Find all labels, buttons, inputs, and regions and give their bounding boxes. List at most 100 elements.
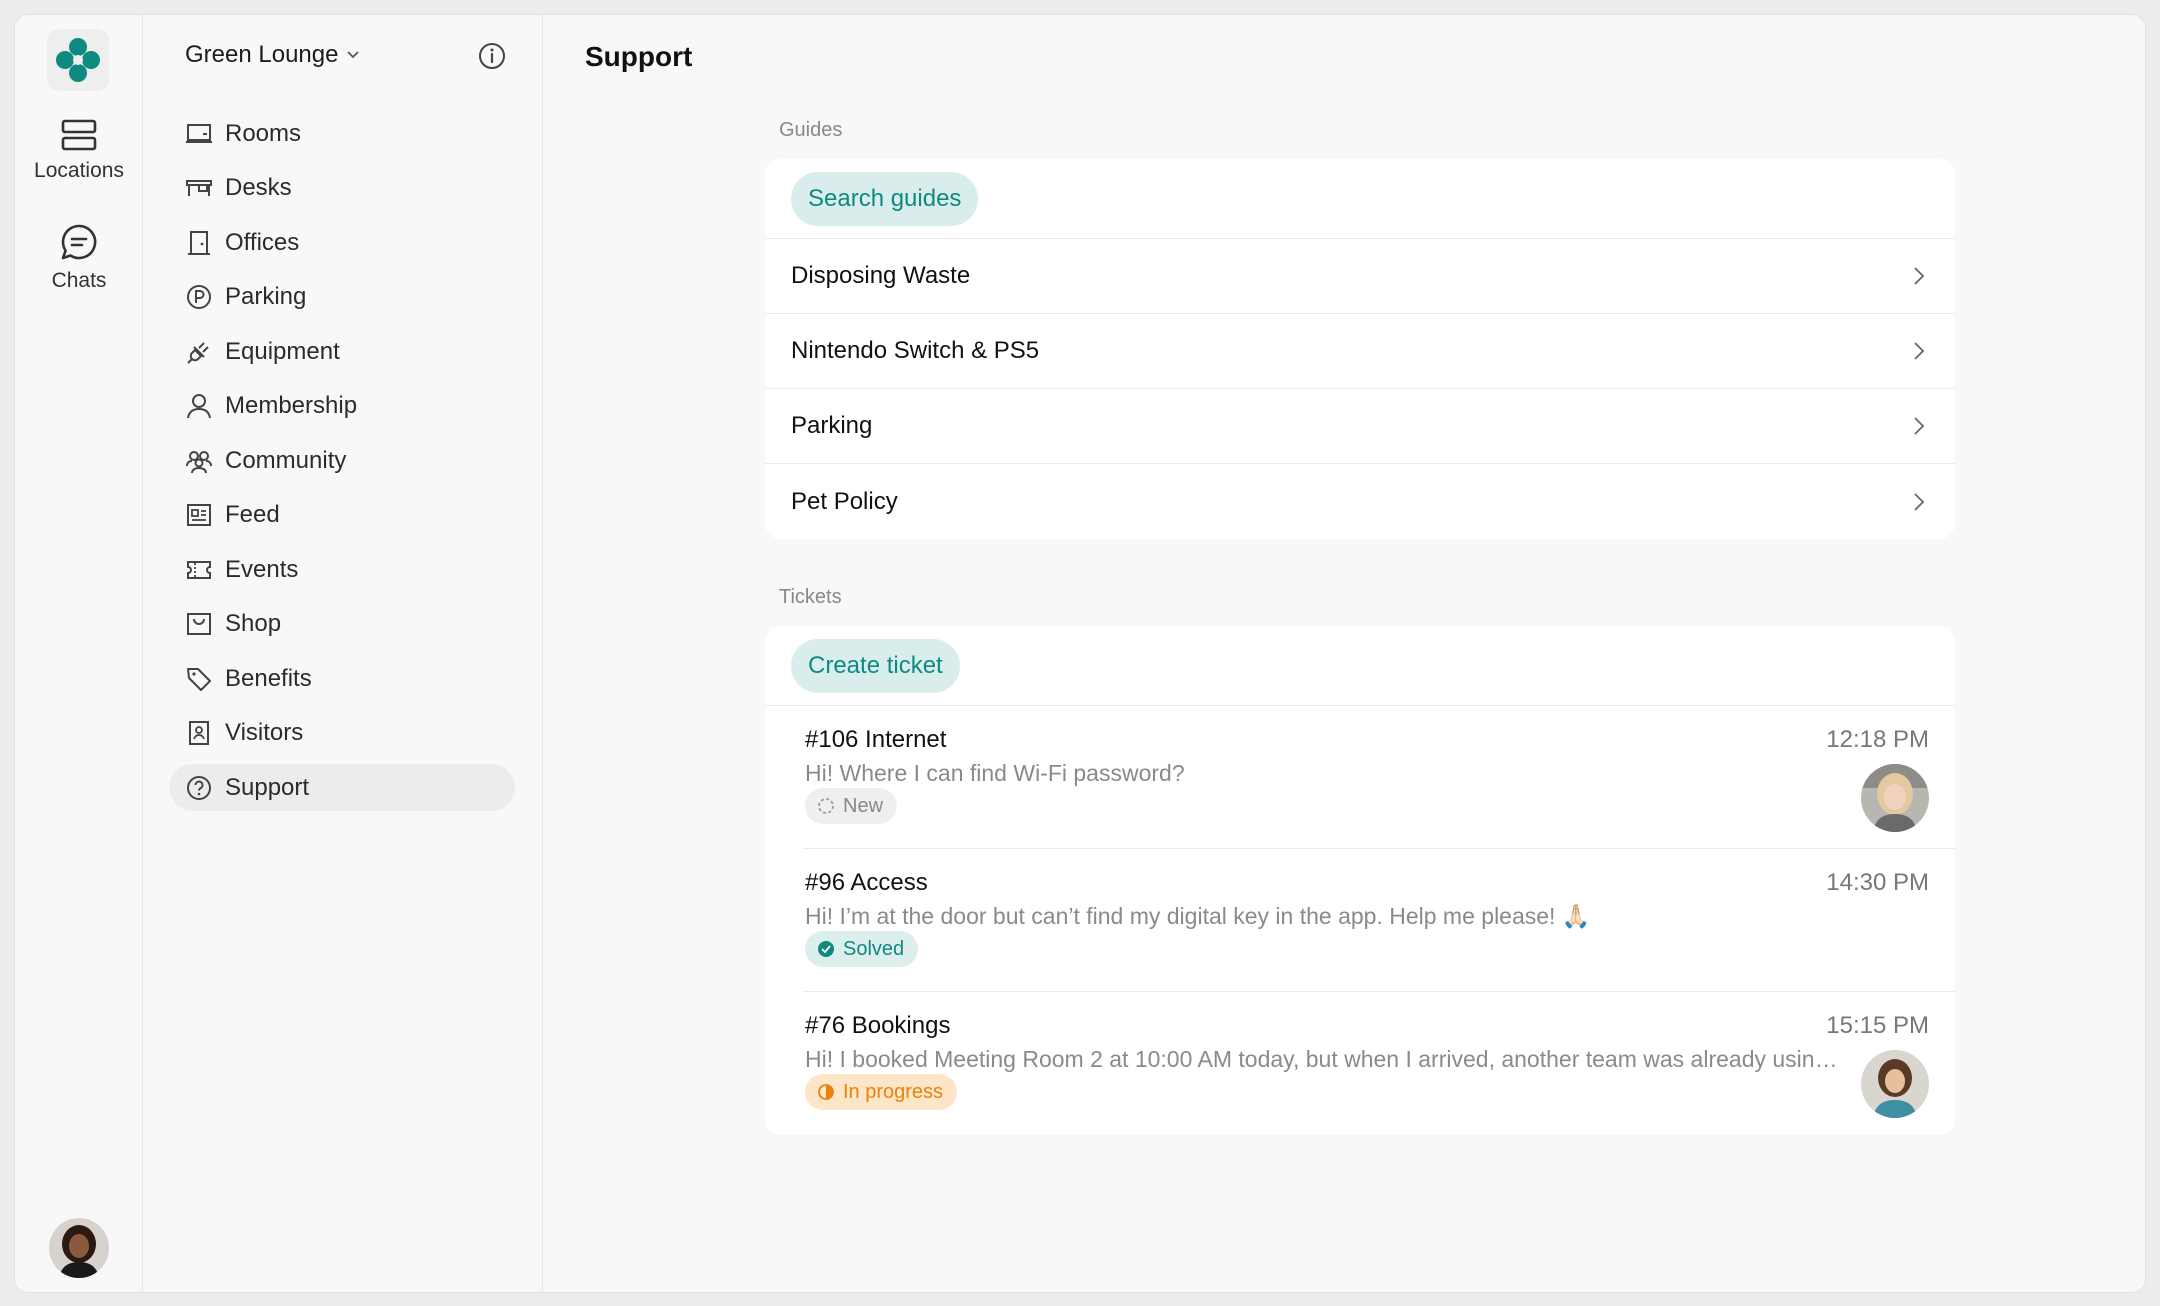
guide-item[interactable]: Nintendo Switch & PS5 [765,314,1955,389]
sidebar-item-offices[interactable]: Offices [169,219,515,266]
ticket-message: Hi! I booked Meeting Room 2 at 10:00 AM … [805,1046,1845,1072]
status-label: New [843,794,884,817]
sidebar-item-label: Parking [225,283,307,310]
help-icon [187,775,211,800]
sidebar-item-label: Benefits [225,664,312,692]
sidebar-item-label: Feed [225,501,280,528]
tickets-section-label: Tickets [779,586,842,608]
chevron-right-icon [1914,267,1925,285]
status-badge: Solved [805,931,919,967]
check-circle-icon [818,941,834,957]
ticket-title: #106 Internet [805,726,947,753]
ticket-row[interactable]: #76 Bookings 15:15 PM Hi! I booked Meeti… [803,992,1955,1135]
guide-title: Nintendo Switch & PS5 [791,337,1040,364]
guide-item[interactable]: Disposing Waste [765,239,1955,314]
sidebar-item-label: Shop [225,610,282,637]
ticket-icon [187,560,211,579]
sidebar-item-parking[interactable]: Parking [169,274,515,321]
sidebar-item-visitors[interactable]: Visitors [169,710,515,757]
status-new-icon [818,798,834,814]
locations-icon [61,119,97,151]
sidebar-item-label: Desks [225,174,292,201]
info-button[interactable] [478,42,506,75]
community-icon [186,450,212,473]
user-avatar[interactable] [49,1218,109,1278]
sidebar-item-label: Equipment [225,337,340,365]
plug-icon [187,341,209,364]
user-icon [187,394,211,419]
door-icon [188,230,210,255]
tickets-card: Create ticket #106 Internet 12:18 PM Hi!… [765,626,1955,1135]
create-ticket-button[interactable]: Create ticket [791,639,960,693]
status-label: In progress [843,1080,944,1103]
guides-card-header: Search guides [765,159,1955,239]
app-logo[interactable] [47,29,109,91]
tag-icon [187,667,211,691]
sidebar: Green Lounge Rooms Desks Offices Parking… [143,15,543,1292]
sidebar-item-shop[interactable]: Shop [169,601,515,648]
avatar [1861,764,1929,832]
status-badge: In progress [805,1074,958,1110]
guide-title: Disposing Waste [791,262,971,289]
guide-item[interactable]: Pet Policy [765,464,1955,539]
ticket-row[interactable]: #106 Internet 12:18 PM Hi! Where I can f… [803,706,1955,849]
main-content: Support Guides Search guides Disposing W… [543,15,2145,1292]
half-circle-icon [818,1084,834,1100]
tickets-card-header: Create ticket [765,626,1955,706]
sidebar-item-label: Events [225,555,299,583]
sidebar-item-benefits[interactable]: Benefits [169,655,515,702]
sidebar-item-support[interactable]: Support [169,764,515,811]
ticket-message: Hi! I’m at the door but can’t find my di… [805,903,1591,929]
ticket-time: 15:15 PM [1826,1012,1929,1039]
room-icon [186,123,212,143]
logo-icon [56,38,100,82]
avatar [1861,1050,1929,1118]
ticket-title: #76 Bookings [805,1012,951,1039]
chevron-right-icon [1914,342,1925,360]
sidebar-item-label: Visitors [225,719,304,746]
chat-icon [61,224,97,260]
sidebar-item-label: Offices [225,228,300,256]
page-title: Support [585,41,693,72]
sidebar-item-events[interactable]: Events [169,546,515,593]
sidebar-item-rooms[interactable]: Rooms [169,110,515,157]
badge-icon [189,721,209,745]
app-window: Locations Chats Green Lounge Rooms Desks… [14,14,2146,1293]
ticket-time: 12:18 PM [1826,726,1929,753]
guides-card: Search guides Disposing Waste Nintendo S… [765,159,1955,539]
rail-item-chats[interactable]: Chats [15,223,143,293]
parking-icon [187,285,211,309]
ticket-time: 14:30 PM [1826,869,1929,896]
workspace-name: Green Lounge [185,41,339,68]
desk-icon [186,180,212,196]
workspace-selector[interactable]: Green Lounge [185,41,360,69]
chevron-down-icon [347,51,360,59]
guide-item[interactable]: Parking [765,389,1955,464]
sidebar-item-community[interactable]: Community [169,437,515,484]
chevron-right-icon [1914,417,1925,435]
rail-item-label: Chats [51,269,107,292]
sidebar-item-equipment[interactable]: Equipment [169,328,515,375]
app-rail: Locations Chats [15,15,143,1292]
guides-section-label: Guides [779,119,843,141]
sidebar-item-feed[interactable]: Feed [169,492,515,539]
feed-icon [187,504,211,526]
shop-icon [187,613,211,635]
rail-item-locations[interactable]: Locations [15,119,143,183]
sidebar-item-label: Membership [225,392,358,419]
status-label: Solved [843,937,905,960]
sidebar-item-label: Rooms [225,119,302,147]
sidebar-item-membership[interactable]: Membership [169,383,515,430]
rail-item-label: Locations [34,159,124,182]
ticket-row[interactable]: #96 Access 14:30 PM Hi! I’m at the door … [803,849,1955,992]
chevron-right-icon [1914,492,1925,511]
sidebar-item-desks[interactable]: Desks [169,165,515,212]
ticket-message: Hi! Where I can find Wi-Fi password? [805,760,1185,786]
status-badge: New [805,788,898,824]
search-guides-button[interactable]: Search guides [791,172,979,226]
sidebar-item-label: Support [225,773,310,801]
guide-title: Pet Policy [791,487,898,515]
guide-title: Parking [791,412,873,439]
sidebar-item-label: Community [225,446,347,474]
ticket-title: #96 Access [805,869,928,896]
